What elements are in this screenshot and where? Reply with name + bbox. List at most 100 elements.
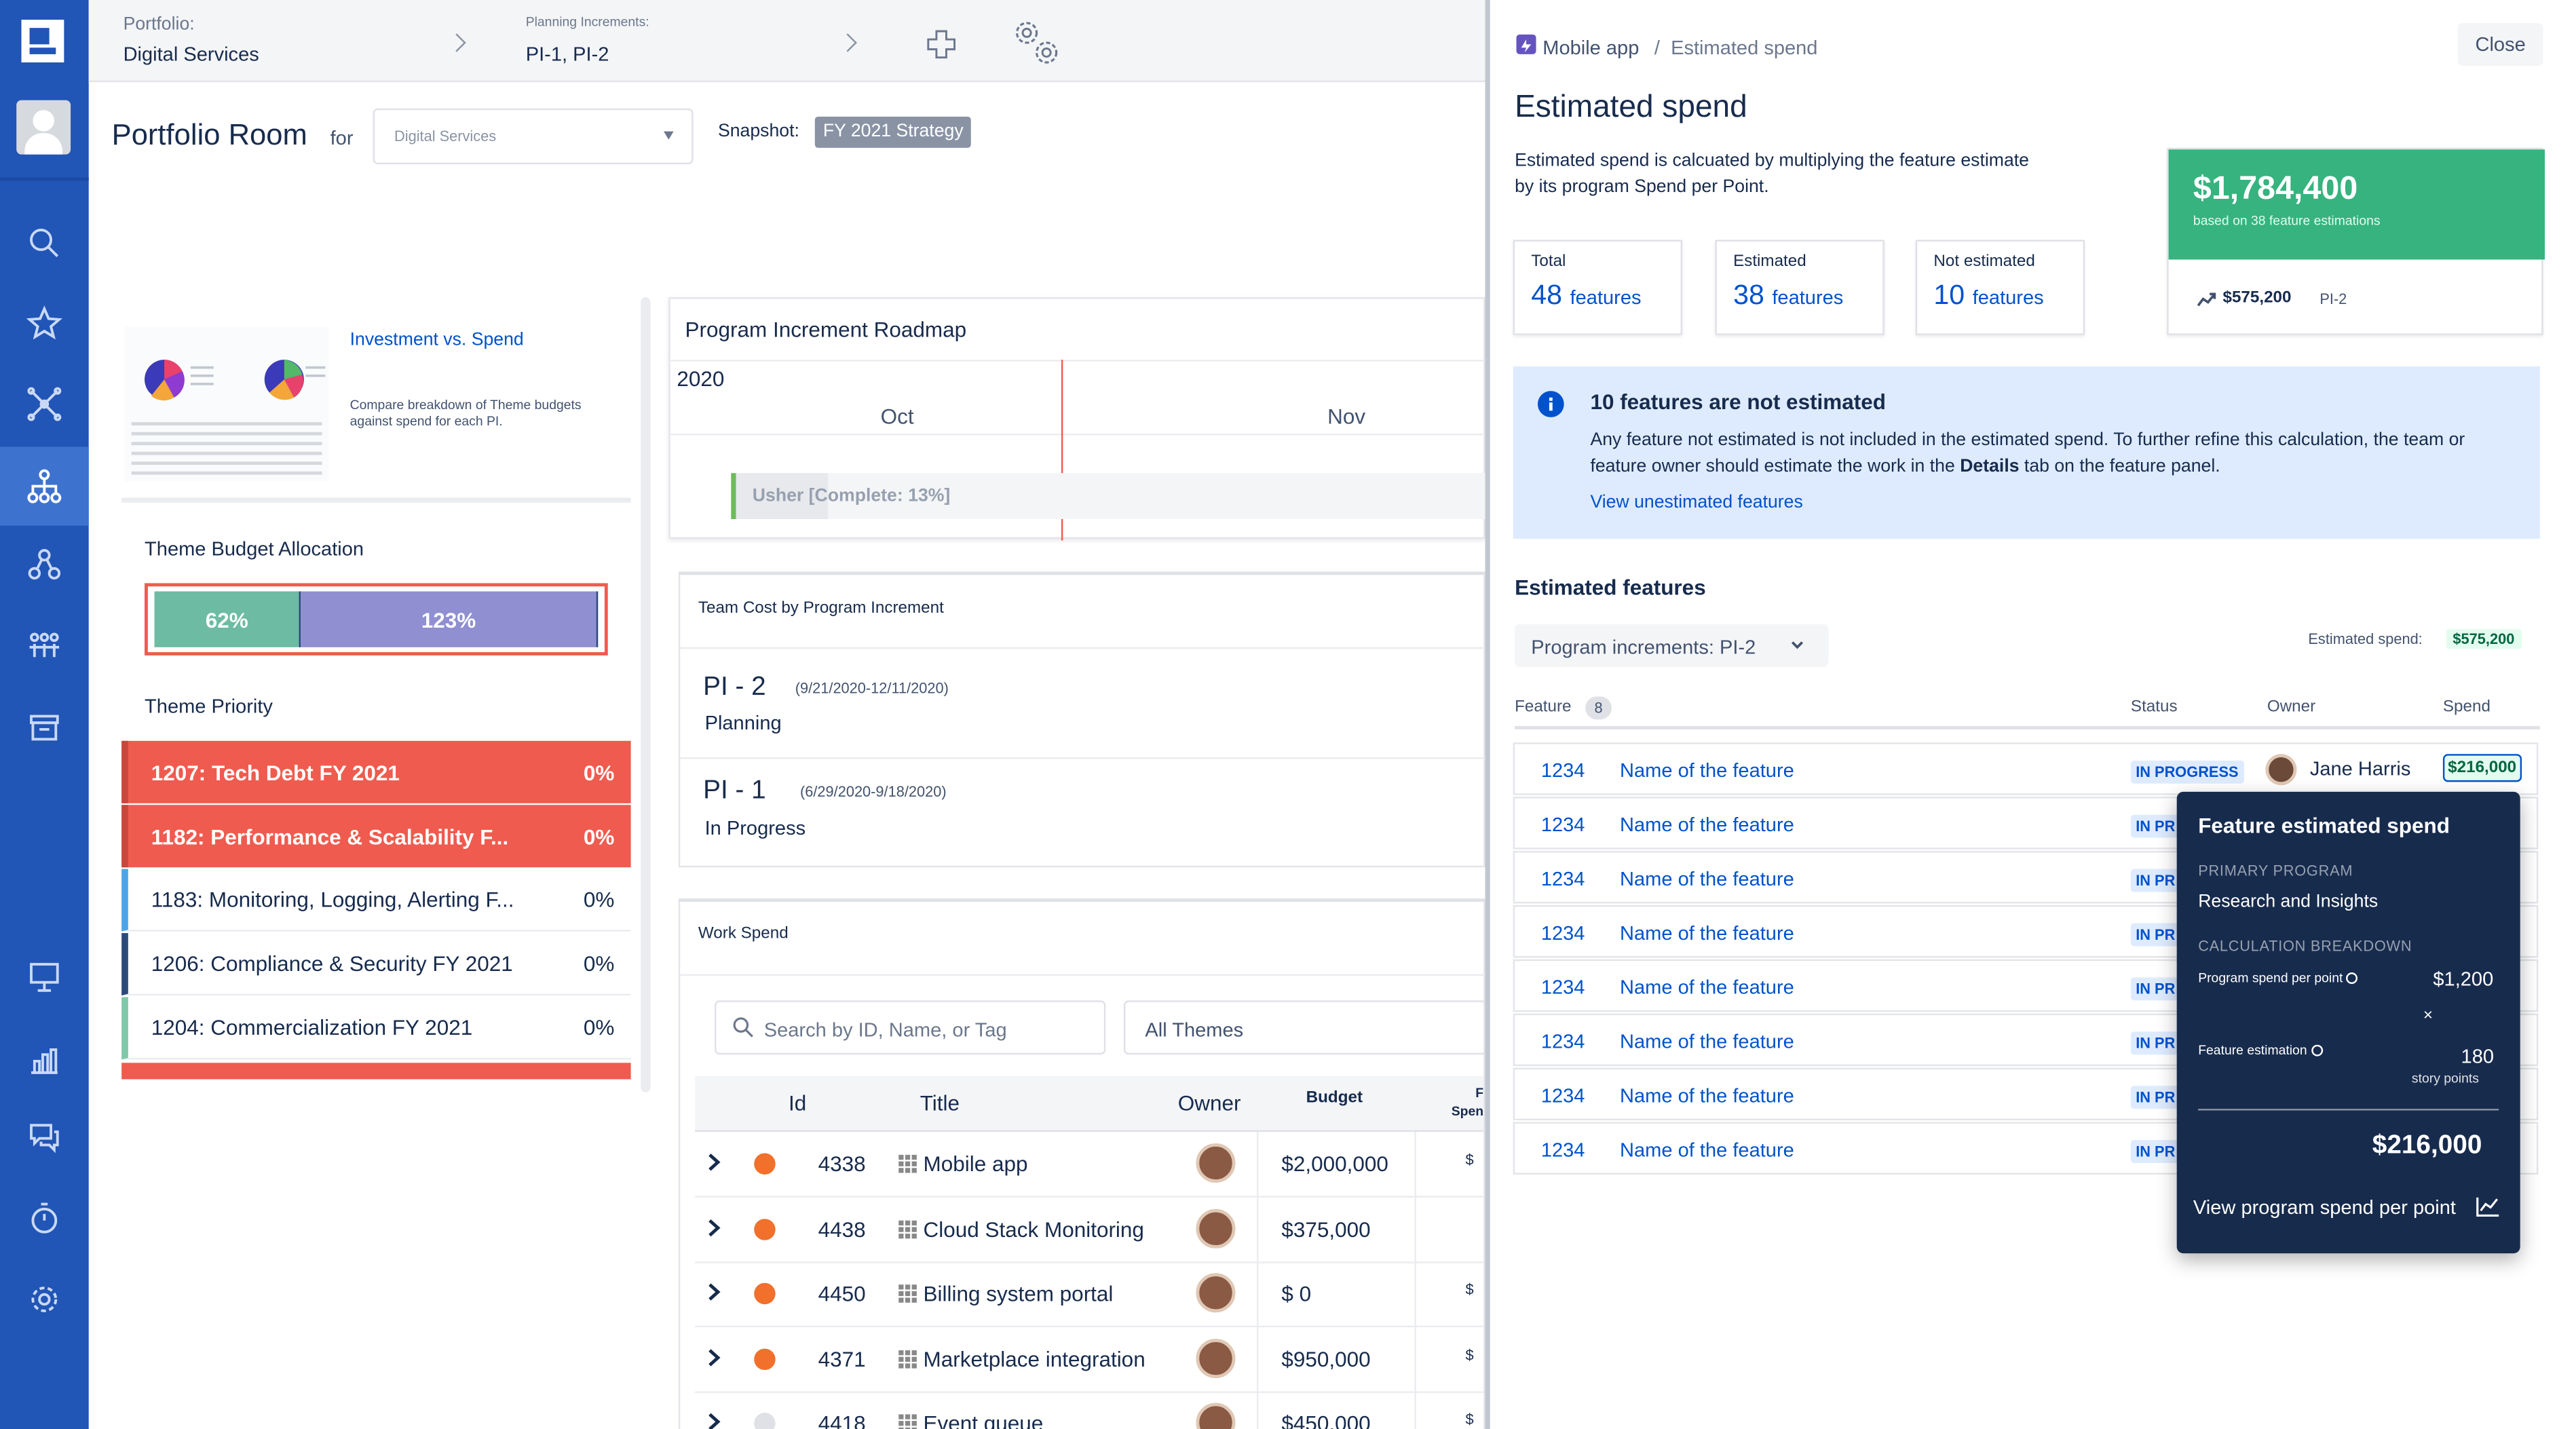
chat-nav-icon[interactable] <box>0 1097 89 1176</box>
portfolio-select[interactable]: Digital Services <box>373 108 694 165</box>
work-spend-row[interactable]: 4450 Billing system portal $ 0 $ <box>695 1261 1484 1328</box>
feature-spend-badge[interactable]: $216,000 <box>2442 754 2522 782</box>
portfolio-value[interactable]: Digital Services <box>124 43 259 66</box>
team-nav-icon[interactable] <box>0 526 89 605</box>
work-spend-row[interactable]: 4438 Cloud Stack Monitoring $375,000 <box>695 1197 1484 1263</box>
expand-chevron-icon[interactable] <box>708 1153 721 1171</box>
feature-id[interactable]: 1234 <box>1541 976 1585 999</box>
expand-chevron-icon[interactable] <box>708 1218 721 1236</box>
feature-row[interactable]: 1234 Name of the feature IN PROGRESS Jane H… <box>1513 742 2539 795</box>
work-title[interactable]: Cloud Stack Monitoring <box>898 1217 1144 1241</box>
expand-chevron-icon[interactable] <box>708 1283 721 1301</box>
owner-avatar[interactable] <box>1196 1143 1236 1183</box>
network-nav-icon[interactable] <box>0 364 89 443</box>
pi-filter[interactable]: Program increments: PI-2 <box>1515 624 1829 667</box>
tooltip-link[interactable]: View program spend per point <box>2193 1196 2456 1219</box>
work-spend-row[interactable]: 4371 Marketplace integration $950,000 $ <box>695 1327 1484 1392</box>
col-status[interactable]: Status <box>2131 698 2178 717</box>
work-spend-row[interactable]: 4338 Mobile app $2,000,000 $ <box>695 1132 1484 1198</box>
pi-spend-amount: $575,200 <box>2222 289 2292 307</box>
investment-card[interactable]: Investment vs. Spend Compare breakdown o… <box>121 297 631 503</box>
feature-name[interactable]: Name of the feature <box>1620 867 1794 890</box>
feature-name[interactable]: Name of the feature <box>1620 1030 1794 1053</box>
chart-line-icon[interactable] <box>2476 1196 2500 1217</box>
owner-avatar[interactable] <box>1196 1337 1236 1377</box>
stat-estimated-label: Estimated <box>1733 252 1806 271</box>
col-owner[interactable]: Owner <box>2267 698 2315 717</box>
stat-total[interactable]: Total 48 features <box>1513 240 1683 335</box>
theme-priority-row[interactable]: 1204: Commercialization FY 2021 0% <box>121 997 631 1060</box>
left-scrollbar[interactable] <box>641 297 651 1092</box>
owner-avatar[interactable] <box>1196 1403 1236 1429</box>
timer-nav-icon[interactable] <box>0 1179 89 1258</box>
app-logo-icon[interactable] <box>21 20 64 62</box>
snapshot-badge[interactable]: FY 2021 Strategy <box>814 116 972 148</box>
col-title[interactable]: Title <box>920 1090 960 1115</box>
stat-estimated[interactable]: Estimated 38 features <box>1715 240 1884 335</box>
hierarchy-nav-icon[interactable] <box>0 446 89 526</box>
col-owner[interactable]: Owner <box>1178 1090 1241 1115</box>
feature-id[interactable]: 1234 <box>1541 867 1585 890</box>
budget-segment[interactable]: 62% <box>154 591 301 647</box>
archive-nav-icon[interactable] <box>0 688 89 767</box>
expand-chevron-icon[interactable] <box>708 1348 721 1366</box>
feature-id[interactable]: 1234 <box>1541 813 1585 836</box>
theme-priority-row[interactable]: 1206: Compliance & Security FY 2021 0% <box>121 933 631 996</box>
chart-nav-icon[interactable] <box>0 1020 89 1099</box>
feature-id[interactable]: 1234 <box>1541 1139 1585 1162</box>
feature-id[interactable]: 1234 <box>1541 921 1585 945</box>
owner-avatar[interactable] <box>2265 754 2297 786</box>
theme-priority-row[interactable]: 1207: Tech Debt FY 2021 0% <box>121 740 631 803</box>
settings-nav-icon[interactable] <box>0 1260 89 1339</box>
presentation-nav-icon[interactable] <box>0 938 89 1016</box>
work-title[interactable]: Mobile app <box>898 1151 1028 1176</box>
feature-name[interactable]: Name of the feature <box>1620 1139 1794 1162</box>
page-title: Portfolio Room <box>111 118 307 151</box>
add-icon[interactable] <box>926 30 956 59</box>
expand-chevron-icon[interactable] <box>708 1413 721 1429</box>
work-title[interactable]: Marketplace integration <box>898 1346 1145 1371</box>
help-icon[interactable] <box>2346 972 2358 985</box>
increments-value[interactable]: PI-1, PI-2 <box>526 43 609 66</box>
feature-id[interactable]: 1234 <box>1541 1030 1585 1053</box>
breadcrumb-parent[interactable]: Mobile app <box>1542 36 1639 59</box>
search-nav-icon[interactable] <box>0 204 89 282</box>
work-spend-row[interactable]: 4418 Event queue $450,000 $ <box>695 1392 1483 1429</box>
theme-budget-bar[interactable]: 62% 123% <box>145 583 608 655</box>
view-unestimated-link[interactable]: View unestimated features <box>1590 493 1802 512</box>
owner-avatar[interactable] <box>1196 1208 1236 1248</box>
gears-icon[interactable] <box>1008 16 1064 69</box>
theme-priority-row[interactable]: 1182: Performance & Scalability F... 0% <box>121 805 631 868</box>
feature-id[interactable]: 1234 <box>1541 1084 1585 1107</box>
investment-title[interactable]: Investment vs. Spend <box>350 330 524 350</box>
col-feature[interactable]: Feature <box>1515 698 1571 717</box>
col-budget[interactable]: Budget <box>1306 1089 1363 1107</box>
work-title[interactable]: Event queue <box>898 1411 1043 1429</box>
col-spend[interactable]: Spend <box>2443 698 2490 717</box>
owner-avatar[interactable] <box>1196 1273 1236 1313</box>
star-nav-icon[interactable] <box>0 284 89 363</box>
increments-chevron-icon[interactable] <box>838 33 857 52</box>
theme-priority-row[interactable]: 1183: Monitoring, Logging, Alerting F...… <box>121 869 631 932</box>
budget-segment[interactable]: 123% <box>301 591 599 647</box>
people-nav-icon[interactable] <box>0 606 89 685</box>
feature-name[interactable]: Name of the feature <box>1620 813 1794 836</box>
work-spend-search[interactable]: Search by ID, Name, or Tag <box>715 1000 1106 1055</box>
help-icon[interactable] <box>2311 1044 2322 1056</box>
feature-id[interactable]: 1234 <box>1541 759 1585 782</box>
stat-not-estimated[interactable]: Not estimated 10 features <box>1915 240 2085 335</box>
work-title[interactable]: Billing system portal <box>898 1281 1113 1306</box>
pi2-name[interactable]: PI - 2 <box>703 674 766 704</box>
feature-name[interactable]: Name of the feature <box>1620 976 1794 999</box>
feature-name[interactable]: Name of the feature <box>1620 1084 1794 1107</box>
roadmap-bar[interactable]: Usher [Complete: 13%] <box>731 473 1487 520</box>
portfolio-chevron-icon[interactable] <box>447 33 466 52</box>
pi1-name[interactable]: PI - 1 <box>703 777 766 807</box>
close-button[interactable]: Close <box>2457 22 2543 66</box>
col-spend[interactable]: F Spen <box>1447 1084 1483 1120</box>
themes-select[interactable]: All Themes <box>1123 1000 1487 1055</box>
feature-name[interactable]: Name of the feature <box>1620 759 1794 782</box>
col-id[interactable]: Id <box>789 1090 806 1115</box>
user-avatar[interactable] <box>16 100 71 155</box>
feature-name[interactable]: Name of the feature <box>1620 921 1794 945</box>
